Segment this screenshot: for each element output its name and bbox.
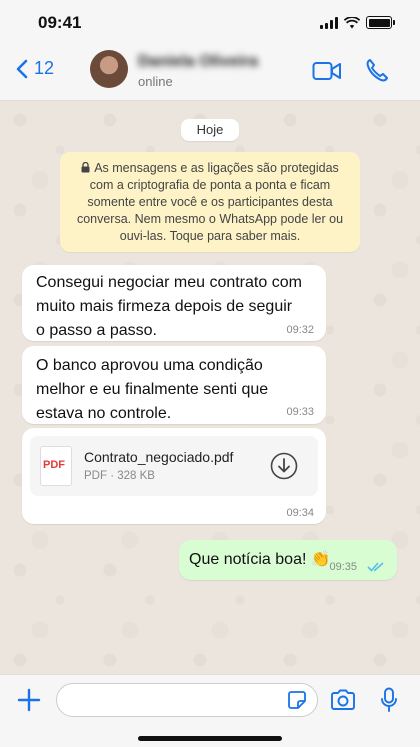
message-time: 09:32 [286,324,314,336]
unread-count: 12 [34,58,55,78]
contact-name[interactable]: Daniela Oliveira [138,53,258,71]
document-name: Contrato_negociado.pdf [84,449,234,465]
status-bar: 09:41 [0,0,420,44]
message-bubble-outgoing[interactable]: Que notícia boa! 👏 09:35 [179,540,397,580]
date-separator: Hoje [181,119,239,141]
home-indicator [138,736,282,741]
signal-icon [320,16,338,29]
video-call-icon[interactable] [312,60,342,82]
message-text-line: o passo a passo. [36,322,157,339]
status-icons [320,16,395,29]
message-time: 09:34 [286,507,314,519]
document-card[interactable]: PDF Contrato_negociado.pdf PDF · 328 KB [30,436,318,496]
download-icon[interactable] [270,452,298,480]
message-text: Que notícia boa! 👏 [189,551,331,568]
message-text-line: O banco aprovou uma condição [36,357,263,374]
document-meta: PDF · 328 KB [84,470,155,482]
message-composer [0,674,420,747]
chat-header: 12 Daniela Oliveira online [0,44,420,101]
contact-status: online [138,74,173,89]
status-time: 09:41 [38,13,82,32]
message-text-line: estava no controle. [36,405,172,422]
message-text-line: melhor e eu finalmente senti que [36,381,269,398]
message-input-box[interactable] [56,683,318,717]
message-time: 09:35 [329,561,357,573]
wifi-icon [344,16,360,28]
phone-icon[interactable] [366,58,388,82]
chevron-left-icon [16,59,28,78]
battery-icon [366,16,395,29]
back-button[interactable]: 12 [16,58,54,79]
avatar[interactable] [90,50,128,88]
pdf-file-icon: PDF [40,446,72,486]
message-bubble-incoming[interactable]: Consegui negociar meu contrato com muito… [22,265,326,341]
pdf-file-label: PDF [43,459,65,471]
plus-icon[interactable] [16,687,42,713]
message-bubble-document[interactable]: PDF Contrato_negociado.pdf PDF · 328 KB … [22,428,326,524]
message-text-line: Consegui negociar meu contrato com [36,274,302,291]
encryption-notice[interactable]: As mensagens e as ligações são protegida… [60,152,360,252]
sticker-icon[interactable] [287,690,307,710]
message-text-line: muito mais firmeza depois de seguir [36,298,293,315]
message-input[interactable] [69,690,273,709]
microphone-icon[interactable] [380,687,398,713]
message-bubble-incoming[interactable]: O banco aprovou uma condição melhor e eu… [22,346,326,424]
message-time: 09:33 [286,406,314,418]
camera-icon[interactable] [330,689,356,711]
read-ticks-icon [367,562,384,572]
encryption-text: As mensagens e as ligações são protegida… [76,161,344,243]
lock-icon [81,162,90,173]
